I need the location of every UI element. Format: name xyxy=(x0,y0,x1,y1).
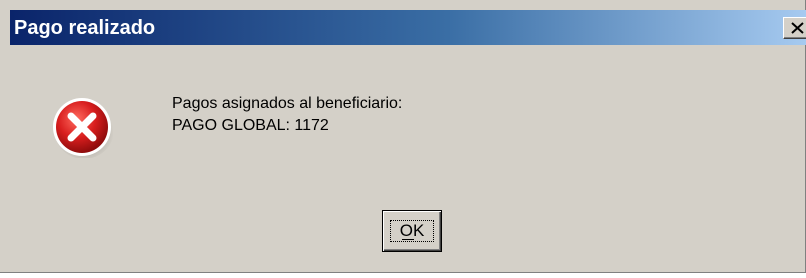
close-icon xyxy=(791,22,804,34)
close-button[interactable] xyxy=(783,17,806,39)
message-text: Pagos asignados al beneficiario: PAGO GL… xyxy=(172,93,402,137)
error-icon xyxy=(51,96,114,159)
dialog-frame-edge xyxy=(0,0,10,272)
mnemonic-underline xyxy=(402,239,414,240)
message-line-1: Pagos asignados al beneficiario: xyxy=(172,95,403,112)
focus-rectangle: OK xyxy=(390,220,434,242)
window-title: Pago realizado xyxy=(14,17,156,39)
ok-button-label: OK xyxy=(399,221,425,240)
title-bar[interactable]: Pago realizado xyxy=(10,10,806,45)
message-line-2: PAGO GLOBAL: 1172 xyxy=(172,117,329,134)
message-dialog: Pago realizado Pagos asignados al benefi… xyxy=(0,0,806,273)
ok-button[interactable]: OK xyxy=(382,210,442,252)
